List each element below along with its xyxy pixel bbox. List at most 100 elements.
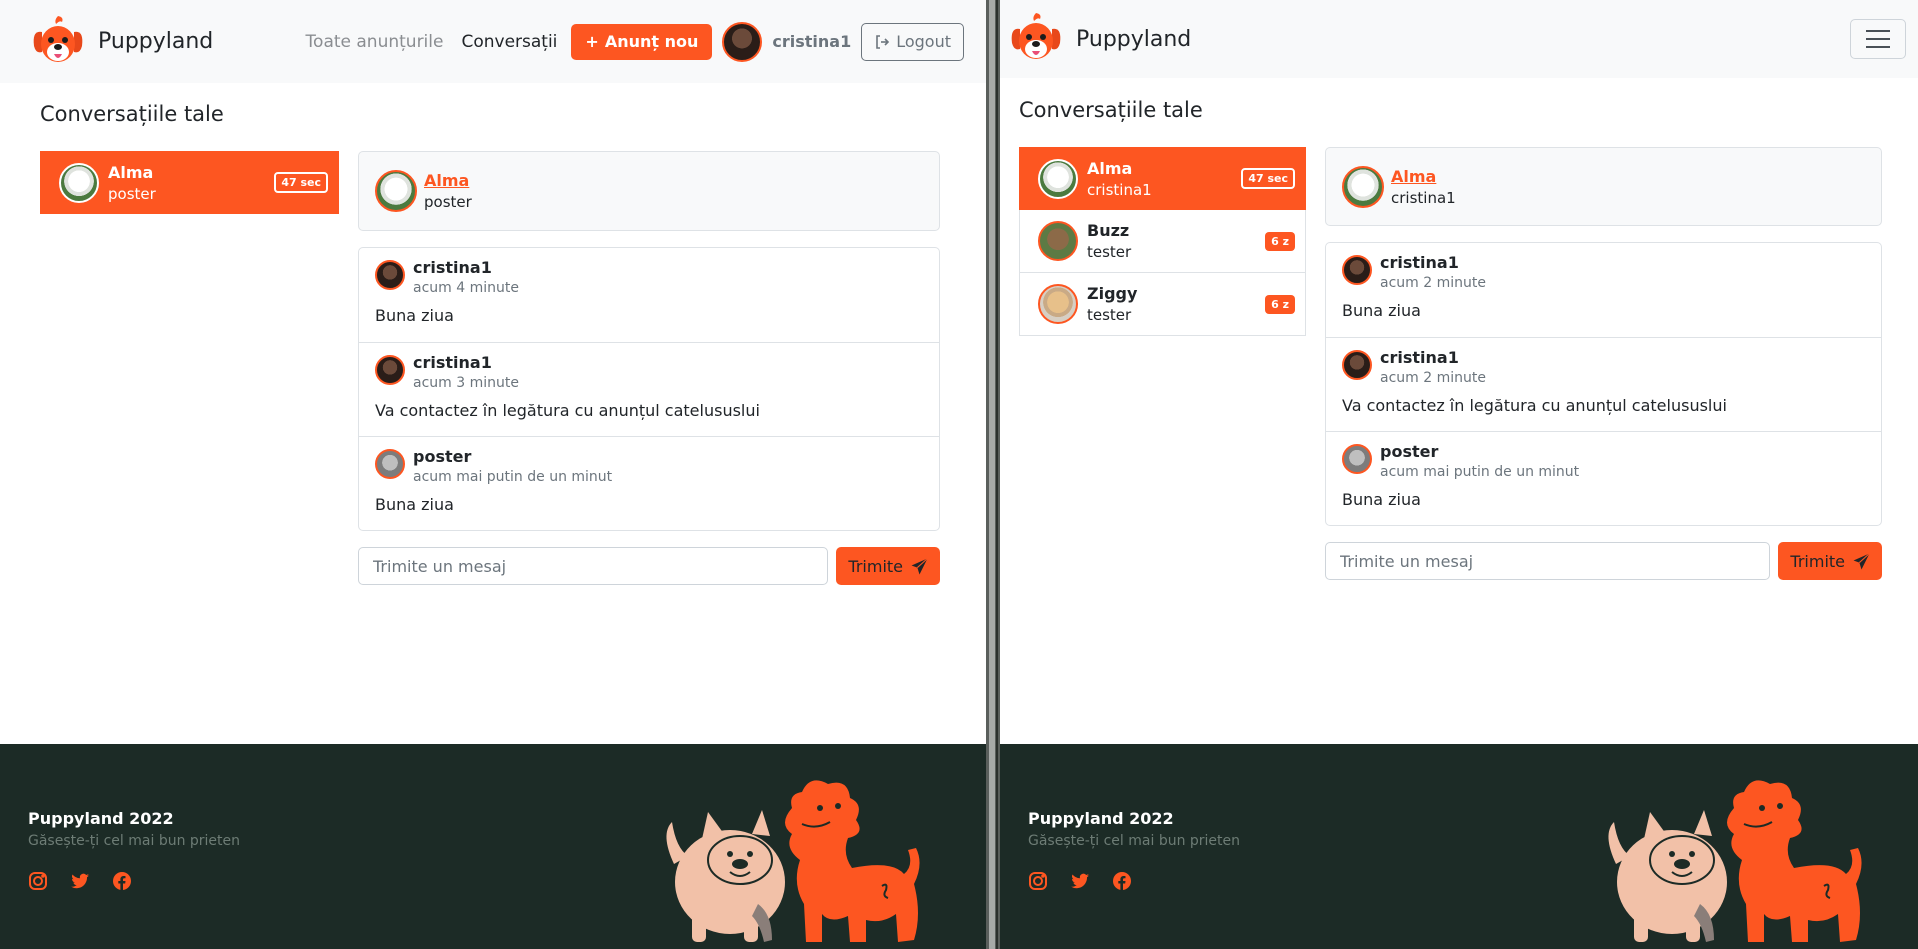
puppy-logo-icon	[33, 15, 83, 62]
message-item: cristina1 acum 3 minute Va contactez în …	[359, 342, 939, 436]
message-avatar	[1342, 444, 1372, 474]
send-icon	[1853, 552, 1870, 569]
message-composer: Trimite	[358, 547, 940, 585]
message-item: cristina1 acum 2 minute Va contactez în …	[1326, 337, 1881, 431]
brand[interactable]: Puppyland	[28, 12, 213, 72]
send-button[interactable]: Trimite	[836, 547, 940, 585]
puppy-logo-icon	[1011, 13, 1061, 59]
new-ad-button[interactable]: + Anunț nou	[571, 23, 713, 60]
instagram-icon[interactable]	[1028, 871, 1048, 891]
window-splitter[interactable]	[986, 0, 1000, 949]
logout-label: Logout	[896, 32, 951, 51]
brand-name: Puppyland	[98, 29, 214, 54]
right-window: Puppyland Conversațiile tale Alma cristi…	[1000, 0, 1918, 949]
message-composer: Trimite	[1325, 542, 1882, 580]
conversation-avatar	[1038, 284, 1078, 324]
menu-toggle-button[interactable]	[1850, 19, 1906, 59]
hamburger-icon-bar	[1866, 38, 1890, 40]
message-text: Buna ziua	[375, 495, 454, 514]
chat-avatar	[375, 170, 417, 212]
conversation-sub: tester	[1087, 306, 1132, 324]
page-title: Conversațiile tale	[1019, 98, 1203, 122]
new-ad-label: Anunț nou	[604, 32, 699, 51]
footer-tagline: Găsește-ți cel mai bun prieten	[1028, 833, 1241, 849]
dogs-illustration	[1608, 780, 1862, 942]
message-author: cristina1	[413, 353, 492, 372]
message-item: poster acum mai putin de un minut Buna z…	[359, 436, 939, 530]
time-badge: 47 sec	[1241, 168, 1295, 189]
chat-panel: Alma cristina1 cristina1 acum 2 minute B…	[1325, 147, 1882, 580]
send-label: Trimite	[1790, 551, 1845, 571]
conversation-name: Buzz	[1087, 221, 1130, 240]
message-list: cristina1 acum 4 minute Buna ziua cristi…	[358, 247, 940, 531]
message-item: cristina1 acum 4 minute Buna ziua	[359, 248, 939, 342]
conversation-name: Alma	[108, 162, 154, 182]
message-avatar	[375, 355, 405, 385]
message-text: Va contactez în legătura cu anunțul cate…	[375, 401, 760, 420]
user-name[interactable]: cristina1	[772, 32, 851, 51]
chat-panel: Alma poster cristina1 acum 4 minute Buna…	[358, 151, 940, 585]
message-author: cristina1	[1380, 348, 1459, 367]
conversation-name: Ziggy	[1087, 284, 1138, 303]
message-time: acum 2 minute	[1380, 370, 1486, 386]
footer-tagline: Găsește-ți cel mai bun prieten	[28, 833, 241, 849]
send-label: Trimite	[848, 556, 903, 576]
nav-all-ads[interactable]: Toate anunțurile	[302, 32, 448, 52]
user-avatar[interactable]	[722, 21, 763, 62]
chat-subtitle: poster	[424, 193, 472, 211]
conversation-item-alma[interactable]: Alma poster 47 sec	[40, 151, 339, 214]
logout-icon	[876, 34, 890, 49]
hamburger-icon-bar	[1866, 46, 1890, 48]
conversation-name: Alma	[1087, 158, 1133, 178]
instagram-icon[interactable]	[28, 871, 48, 891]
message-text: Buna ziua	[1342, 490, 1421, 509]
message-avatar	[375, 449, 405, 479]
message-time: acum 2 minute	[1380, 275, 1486, 291]
message-time: acum mai putin de un minut	[413, 469, 613, 485]
footer-title: Puppyland 2022	[1028, 809, 1174, 828]
message-input[interactable]	[1325, 542, 1771, 580]
message-time: acum 3 minute	[413, 375, 519, 391]
message-avatar	[1342, 350, 1372, 380]
chat-header: Alma cristina1	[1325, 147, 1882, 226]
brand-name: Puppyland	[1076, 26, 1192, 52]
chat-subtitle: cristina1	[1391, 188, 1456, 207]
conversation-avatar	[59, 162, 99, 203]
nav-conversations[interactable]: Conversații	[457, 32, 561, 52]
conversation-sub: cristina1	[1087, 180, 1152, 199]
conversation-avatar	[1038, 158, 1078, 199]
conversation-item-alma[interactable]: Alma cristina1 47 sec	[1019, 147, 1306, 210]
conversation-list: Alma cristina1 47 sec Buzz tester 6 z Zi…	[1019, 147, 1306, 336]
chat-title-link[interactable]: Alma	[1391, 167, 1456, 186]
chat-title-link[interactable]: Alma	[424, 171, 472, 190]
message-text: Buna ziua	[1342, 301, 1421, 320]
facebook-icon[interactable]	[1112, 871, 1132, 891]
logout-button[interactable]: Logout	[861, 22, 964, 61]
message-author: poster	[413, 447, 472, 466]
time-badge: 6 z	[1265, 231, 1295, 251]
message-author: poster	[1380, 442, 1439, 461]
twitter-icon[interactable]	[70, 871, 90, 891]
message-author: cristina1	[1380, 253, 1459, 272]
message-input[interactable]	[358, 547, 829, 585]
conversation-sub: tester	[1087, 243, 1132, 261]
footer: Puppyland 2022 Găsește-ți cel mai bun pr…	[1000, 744, 1918, 949]
brand[interactable]: Puppyland	[1006, 9, 1191, 69]
twitter-icon[interactable]	[1070, 871, 1090, 891]
plus-icon: +	[585, 32, 599, 51]
conversation-item-ziggy[interactable]: Ziggy tester 6 z	[1019, 273, 1306, 336]
message-text: Va contactez în legătura cu anunțul cate…	[1342, 396, 1727, 415]
message-list: cristina1 acum 2 minute Buna ziua cristi…	[1325, 242, 1882, 526]
chat-header: Alma poster	[358, 151, 940, 231]
send-button[interactable]: Trimite	[1778, 542, 1882, 580]
page-title: Conversațiile tale	[40, 102, 224, 126]
time-badge: 47 sec	[274, 172, 328, 193]
conversation-item-buzz[interactable]: Buzz tester 6 z	[1019, 210, 1306, 273]
message-text: Buna ziua	[375, 306, 454, 325]
left-window: Puppyland Toate anunțurile Conversații +…	[0, 0, 986, 949]
facebook-icon[interactable]	[112, 871, 132, 891]
navbar: Puppyland Toate anunțurile Conversații +…	[0, 0, 986, 83]
conversation-avatar	[1038, 221, 1078, 261]
conversation-list: Alma poster 47 sec	[40, 151, 339, 214]
message-item: poster acum mai putin de un minut Buna z…	[1326, 431, 1881, 525]
